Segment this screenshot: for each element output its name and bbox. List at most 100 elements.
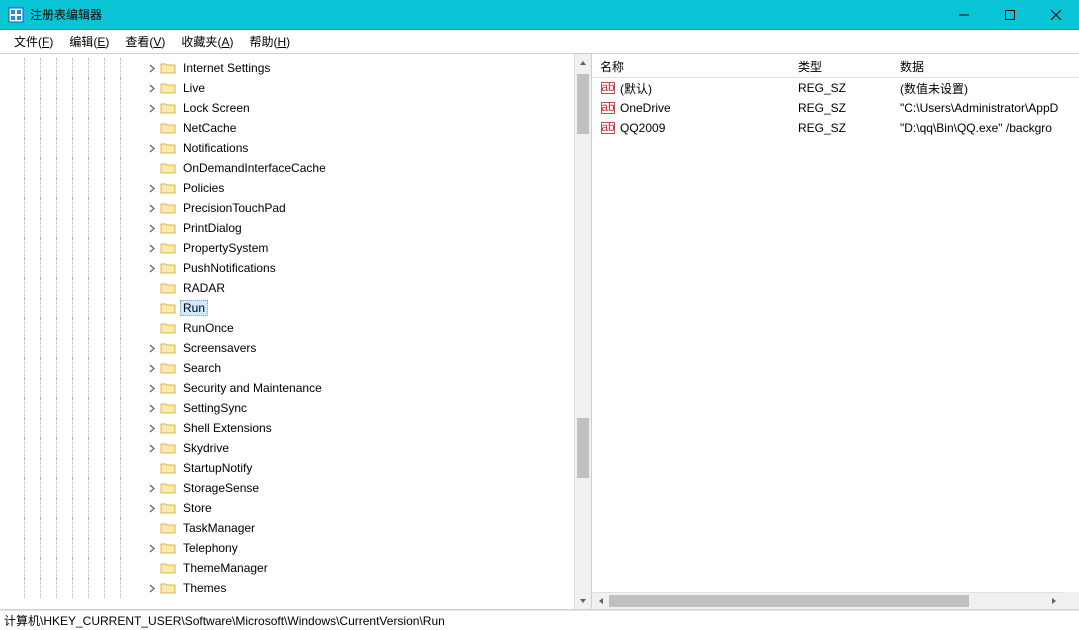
tree-expander-icon[interactable] — [146, 502, 158, 514]
value-name: OneDrive — [620, 101, 671, 115]
scroll-thumb[interactable] — [577, 74, 589, 134]
registry-tree[interactable]: Internet SettingsLiveLock ScreenNetCache… — [16, 54, 591, 598]
window-controls — [941, 0, 1079, 29]
tree-item[interactable]: Search — [16, 358, 591, 378]
tree-item[interactable]: Internet Settings — [16, 58, 591, 78]
tree-item[interactable]: Skydrive — [16, 438, 591, 458]
tree-item[interactable]: PushNotifications — [16, 258, 591, 278]
list-row[interactable]: ab(默认)REG_SZ(数值未设置) — [592, 78, 1079, 98]
col-header-data[interactable]: 数据 — [892, 54, 1079, 77]
list-row[interactable]: abQQ2009REG_SZ"D:\qq\Bin\QQ.exe" /backgr… — [592, 118, 1079, 138]
tree-expander-icon[interactable] — [146, 262, 158, 274]
tree-item-label: StorageSense — [180, 480, 262, 496]
folder-icon — [160, 381, 176, 395]
scroll-up-icon[interactable] — [575, 54, 591, 71]
folder-icon — [160, 501, 176, 515]
folder-icon — [160, 301, 176, 315]
tree-item-label: StartupNotify — [180, 460, 255, 476]
tree-expander-icon[interactable] — [146, 82, 158, 94]
tree-item[interactable]: PrintDialog — [16, 218, 591, 238]
tree-item[interactable]: Notifications — [16, 138, 591, 158]
tree-expander-icon[interactable] — [146, 142, 158, 154]
tree-item[interactable]: SettingSync — [16, 398, 591, 418]
tree-item-label: PushNotifications — [180, 260, 279, 276]
statusbar: 计算机\HKEY_CURRENT_USER\Software\Microsoft… — [0, 610, 1079, 630]
folder-icon — [160, 201, 176, 215]
tree-item[interactable]: ThemeManager — [16, 558, 591, 578]
tree-expander-icon[interactable] — [146, 62, 158, 74]
tree-panel: Internet SettingsLiveLock ScreenNetCache… — [16, 54, 592, 609]
folder-icon — [160, 81, 176, 95]
menu-file[interactable]: 文件(F) — [6, 30, 61, 53]
tree-scrollbar[interactable] — [574, 54, 591, 609]
list-header: 名称 类型 数据 — [592, 54, 1079, 78]
folder-icon — [160, 581, 176, 595]
tree-item[interactable]: Live — [16, 78, 591, 98]
tree-item[interactable]: Lock Screen — [16, 98, 591, 118]
tree-expander-icon[interactable] — [146, 202, 158, 214]
string-value-icon: ab — [600, 100, 616, 116]
value-type: REG_SZ — [790, 79, 892, 97]
tree-item[interactable]: RADAR — [16, 278, 591, 298]
list-scrollbar-h[interactable] — [592, 592, 1062, 609]
tree-expander-icon[interactable] — [146, 402, 158, 414]
scroll-right-icon[interactable] — [1045, 593, 1062, 609]
menu-help[interactable]: 帮助(H) — [241, 30, 298, 53]
tree-item-label: Telephony — [180, 540, 241, 556]
tree-expander-icon[interactable] — [146, 182, 158, 194]
tree-expander-icon[interactable] — [146, 542, 158, 554]
tree-item[interactable]: PropertySystem — [16, 238, 591, 258]
svg-text:ab: ab — [601, 80, 615, 94]
col-header-name[interactable]: 名称 — [592, 54, 790, 77]
scroll-left-icon[interactable] — [592, 593, 609, 609]
tree-item[interactable]: Security and Maintenance — [16, 378, 591, 398]
tree-item[interactable]: Policies — [16, 178, 591, 198]
menu-edit[interactable]: 编辑(E) — [61, 30, 117, 53]
tree-item[interactable]: StartupNotify — [16, 458, 591, 478]
menu-view[interactable]: 查看(V) — [117, 30, 173, 53]
tree-expander-icon[interactable] — [146, 582, 158, 594]
tree-expander-icon[interactable] — [146, 242, 158, 254]
scroll-thumb-secondary[interactable] — [577, 418, 589, 478]
tree-item[interactable]: Shell Extensions — [16, 418, 591, 438]
tree-item[interactable]: PrecisionTouchPad — [16, 198, 591, 218]
tree-expander-icon[interactable] — [146, 222, 158, 234]
values-list[interactable]: ab(默认)REG_SZ(数值未设置)abOneDriveREG_SZ"C:\U… — [592, 78, 1079, 138]
tree-item[interactable]: RunOnce — [16, 318, 591, 338]
tree-item-label: Notifications — [180, 140, 251, 156]
titlebar: 注册表编辑器 — [0, 0, 1079, 30]
list-row[interactable]: abOneDriveREG_SZ"C:\Users\Administrator\… — [592, 98, 1079, 118]
tree-expander-icon[interactable] — [146, 442, 158, 454]
tree-item[interactable]: Screensavers — [16, 338, 591, 358]
minimize-button[interactable] — [941, 0, 987, 29]
menu-favorites[interactable]: 收藏夹(A) — [173, 30, 241, 53]
tree-item[interactable]: StorageSense — [16, 478, 591, 498]
maximize-button[interactable] — [987, 0, 1033, 29]
tree-item[interactable]: TaskManager — [16, 518, 591, 538]
folder-icon — [160, 261, 176, 275]
tree-item-label: Themes — [180, 580, 229, 596]
folder-icon — [160, 441, 176, 455]
tree-expander-icon[interactable] — [146, 382, 158, 394]
tree-item[interactable]: NetCache — [16, 118, 591, 138]
tree-item[interactable]: OnDemandInterfaceCache — [16, 158, 591, 178]
scroll-down-icon[interactable] — [575, 592, 591, 609]
tree-expander-icon[interactable] — [146, 342, 158, 354]
tree-item-label: Skydrive — [180, 440, 232, 456]
col-header-type[interactable]: 类型 — [790, 54, 892, 77]
tree-expander-icon[interactable] — [146, 482, 158, 494]
tree-expander-icon[interactable] — [146, 362, 158, 374]
tree-expander-icon[interactable] — [146, 422, 158, 434]
scroll-thumb-h[interactable] — [609, 595, 969, 607]
tree-item-label: Store — [180, 500, 215, 516]
tree-expander-icon[interactable] — [146, 102, 158, 114]
tree-item[interactable]: Run — [16, 298, 591, 318]
value-type: REG_SZ — [790, 119, 892, 137]
tree-item[interactable]: Store — [16, 498, 591, 518]
tree-item[interactable]: Telephony — [16, 538, 591, 558]
tree-item-label: Shell Extensions — [180, 420, 275, 436]
tree-item-label: TaskManager — [180, 520, 258, 536]
folder-icon — [160, 521, 176, 535]
tree-item[interactable]: Themes — [16, 578, 591, 598]
close-button[interactable] — [1033, 0, 1079, 29]
